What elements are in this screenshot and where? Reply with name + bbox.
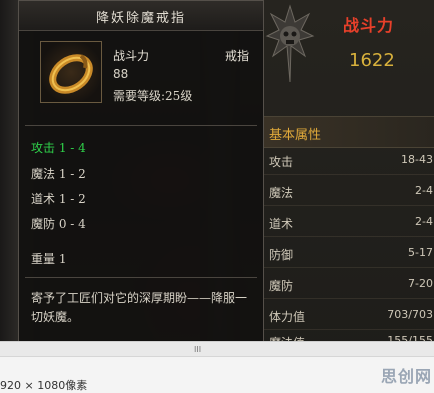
stat-key: 魔法 — [269, 186, 294, 200]
stat-key: 道术 — [269, 217, 294, 231]
item-name: 战斗力 — [113, 49, 150, 63]
stat-key: 体力值 — [269, 310, 306, 324]
item-type: 戒指 — [224, 49, 249, 63]
status-bar: 920 × 1080像素 思创网 — [0, 356, 434, 393]
combat-power-label: 战斗力 — [343, 16, 395, 35]
watermark: 思创网 — [380, 367, 432, 386]
image-resolution: 920 × 1080像素 — [0, 379, 88, 392]
stat-value: 5-17 — [408, 246, 433, 259]
gold-ring-icon — [49, 54, 93, 94]
item-tooltip: 降妖除魔戒指 战斗力 戒指 88 需要等级:25级 攻击 1 - 4 魔法 1 … — [18, 0, 264, 342]
attribute-magic-defense: 魔防 0 - 4 — [31, 217, 86, 231]
item-slot — [40, 41, 102, 103]
item-weight: 重量 1 — [31, 252, 67, 266]
basic-attributes-header[interactable]: 基本属性 — [263, 116, 434, 148]
tooltip-title: 降妖除魔戒指 — [19, 1, 263, 31]
attribute-magic: 魔法 1 - 2 — [31, 167, 86, 181]
stat-key: 魔防 — [269, 279, 294, 293]
divider — [25, 277, 257, 278]
character-stats-panel: 战斗力 1622 基本属性 攻击 18-43 魔法 2-4 道术 2-4 防御 … — [262, 0, 434, 356]
item-requirement: 需要等级:25级 — [113, 89, 193, 103]
stat-row-hp: 体力值 703/703 — [263, 304, 434, 330]
stat-value: 7-20 — [408, 277, 433, 290]
stat-row-attack: 攻击 18-43 — [263, 149, 434, 175]
combat-power-value: 1622 — [349, 50, 395, 71]
divider — [25, 125, 257, 126]
attribute-attack: 攻击 1 - 4 — [31, 141, 86, 155]
stat-value: 2-4 — [415, 184, 433, 197]
item-description: 寄予了工匠们对它的深厚期盼——降服一切妖魔。 — [31, 291, 248, 324]
stat-row-magic-defense: 魔防 7-20 — [263, 273, 434, 299]
stat-row-taoism: 道术 2-4 — [263, 211, 434, 237]
item-combat-power: 88 — [113, 67, 129, 81]
scrollbar-grip[interactable]: III — [194, 345, 206, 354]
stat-row-defense: 防御 5-17 — [263, 242, 434, 268]
section-title: 基本属性 — [269, 128, 322, 143]
horizontal-scrollbar[interactable]: III — [0, 341, 434, 356]
attribute-taoism: 道术 1 - 2 — [31, 192, 86, 206]
stat-value: 703/703 — [387, 308, 433, 321]
stat-key: 防御 — [269, 248, 294, 262]
stat-row-magic: 魔法 2-4 — [263, 180, 434, 206]
stat-value: 2-4 — [415, 215, 433, 228]
skull-crest-icon — [265, 4, 315, 83]
stat-key: 攻击 — [269, 155, 294, 169]
stat-value: 18-43 — [401, 153, 433, 166]
